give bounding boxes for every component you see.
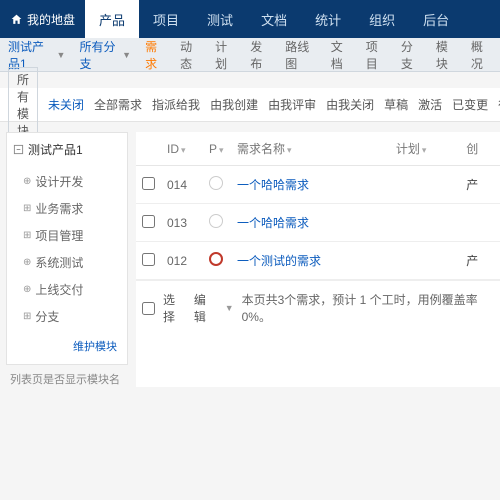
tree-node[interactable]: ⊕系统测试 <box>13 249 121 276</box>
top-navigation: 我的地盘 产品 项目 测试 文档 统计 组织 后台 <box>0 0 500 38</box>
filter-active[interactable]: 激活 <box>418 96 442 113</box>
summary-text: 本页共3个需求，预计 1 个工时，用例覆盖率0%。 <box>242 291 494 325</box>
module-tree: ⊕设计开发 ⊞业务需求 ⊞项目管理 ⊕系统测试 ⊕上线交付 ⊞分支 <box>13 168 121 330</box>
tree-node[interactable]: ⊞业务需求 <box>13 195 121 222</box>
story-table-wrap: ID▾ P▾ 需求名称▾ 计划▾ 创 014 一个哈哈需求 产 <box>136 132 500 387</box>
story-table: ID▾ P▾ 需求名称▾ 计划▾ 创 014 一个哈哈需求 产 <box>136 132 500 280</box>
priority-high-icon <box>209 252 223 266</box>
story-link[interactable]: 一个哈哈需求 <box>237 178 309 192</box>
nav-tab-org[interactable]: 组织 <box>355 0 409 38</box>
tree-node[interactable]: ⊕设计开发 <box>13 168 121 195</box>
cell-id[interactable]: 013 <box>161 204 203 242</box>
subnav-release[interactable]: 发布 <box>250 38 271 72</box>
filter-all[interactable]: 全部需求 <box>94 96 142 113</box>
cell-plan <box>390 166 460 204</box>
edit-button[interactable]: 编辑 <box>194 291 217 325</box>
subnav-dynamic[interactable]: 动态 <box>180 38 201 72</box>
nav-tab-project[interactable]: 项目 <box>139 0 193 38</box>
col-create[interactable]: 创 <box>460 132 500 166</box>
sort-icon: ▾ <box>181 145 186 155</box>
plus-icon: ⊕ <box>23 257 31 268</box>
module-sidebar: 测试产品1 ⊕设计开发 ⊞业务需求 ⊞项目管理 ⊕系统测试 ⊕上线交付 ⊞分支 … <box>6 132 128 365</box>
home-label: 我的地盘 <box>27 11 75 28</box>
select-all-checkbox[interactable] <box>142 302 155 315</box>
subnav-docs[interactable]: 文档 <box>331 38 352 72</box>
home-link[interactable]: 我的地盘 <box>0 0 85 38</box>
cell-create <box>460 204 500 242</box>
cell-create: 产 <box>460 166 500 204</box>
maintain-module-link[interactable]: 维护模块 <box>73 341 117 353</box>
subnav-branch[interactable]: 分支 <box>401 38 422 72</box>
filter-unclosed[interactable]: 未关闭 <box>48 96 84 113</box>
home-icon <box>10 13 23 26</box>
sort-icon: ▾ <box>219 145 224 155</box>
priority-icon <box>209 214 223 228</box>
nav-tab-stats[interactable]: 统计 <box>301 0 355 38</box>
caret-down-icon: ▼ <box>57 50 66 60</box>
branch-selector[interactable]: 所有分支▼ <box>79 38 131 72</box>
col-name[interactable]: 需求名称▾ <box>231 132 390 166</box>
tree-node[interactable]: ⊕上线交付 <box>13 276 121 303</box>
table-row: 013 一个哈哈需求 <box>136 204 500 242</box>
table-row: 014 一个哈哈需求 产 <box>136 166 500 204</box>
sidebar-title: 测试产品1 <box>13 141 121 158</box>
filter-bar: 所有模块 未关闭 全部需求 指派给我 由我创建 由我评审 由我关闭 草稿 激活 … <box>0 88 500 122</box>
filter-byme[interactable]: 由我创建 <box>210 96 258 113</box>
subnav-plan[interactable]: 计划 <box>215 38 236 72</box>
plus-box-icon: ⊞ <box>23 203 31 214</box>
table-footer: 选择 编辑 ▼ 本页共3个需求，预计 1 个工时，用例覆盖率0%。 <box>136 280 500 335</box>
nav-tab-product[interactable]: 产品 <box>85 0 139 38</box>
subnav-module[interactable]: 模块 <box>436 38 457 72</box>
filter-closeme[interactable]: 由我关闭 <box>326 96 374 113</box>
row-checkbox[interactable] <box>142 253 155 266</box>
col-checkbox <box>136 132 161 166</box>
col-priority[interactable]: P▾ <box>203 132 231 166</box>
filter-draft[interactable]: 草稿 <box>384 96 408 113</box>
sort-icon: ▾ <box>422 145 427 155</box>
col-id[interactable]: ID▾ <box>161 132 203 166</box>
select-label[interactable]: 选择 <box>163 291 186 325</box>
nav-tab-doc[interactable]: 文档 <box>247 0 301 38</box>
cell-plan <box>390 242 460 280</box>
plus-icon: ⊕ <box>23 176 31 187</box>
subnav-roadmap[interactable]: 路线图 <box>285 38 317 72</box>
sort-icon: ▾ <box>287 145 292 155</box>
plus-icon: ⊕ <box>23 284 31 295</box>
filter-tome[interactable]: 指派给我 <box>152 96 200 113</box>
cell-id[interactable]: 014 <box>161 166 203 204</box>
plus-box-icon: ⊞ <box>23 230 31 241</box>
priority-icon <box>209 176 223 190</box>
filter-reviewme[interactable]: 由我评审 <box>268 96 316 113</box>
nav-tab-admin[interactable]: 后台 <box>409 0 463 38</box>
tree-node[interactable]: ⊞项目管理 <box>13 222 121 249</box>
sidebar-hint: 列表页是否显示模块名 <box>6 365 128 387</box>
table-row: 012 一个测试的需求 产 <box>136 242 500 280</box>
row-checkbox[interactable] <box>142 215 155 228</box>
subnav-story[interactable]: 需求 <box>145 38 166 72</box>
col-plan[interactable]: 计划▾ <box>390 132 460 166</box>
story-link[interactable]: 一个哈哈需求 <box>237 216 309 230</box>
filter-changed[interactable]: 已变更 <box>452 96 488 113</box>
nav-tab-test[interactable]: 测试 <box>193 0 247 38</box>
subnav-proj[interactable]: 项目 <box>366 38 387 72</box>
row-checkbox[interactable] <box>142 177 155 190</box>
caret-down-icon: ▼ <box>225 303 234 313</box>
caret-down-icon: ▼ <box>122 50 131 60</box>
sub-navigation: 测试产品1▼ 所有分支▼ 需求 动态 计划 发布 路线图 文档 项目 分支 模块… <box>0 38 500 72</box>
cell-id[interactable]: 012 <box>161 242 203 280</box>
story-link[interactable]: 一个测试的需求 <box>237 254 321 268</box>
tree-node[interactable]: ⊞分支 <box>13 303 121 330</box>
subnav-overview[interactable]: 概况 <box>471 38 492 72</box>
cell-plan <box>390 204 460 242</box>
plus-box-icon: ⊞ <box>23 311 31 322</box>
collapse-icon[interactable] <box>13 144 24 155</box>
cell-create: 产 <box>460 242 500 280</box>
